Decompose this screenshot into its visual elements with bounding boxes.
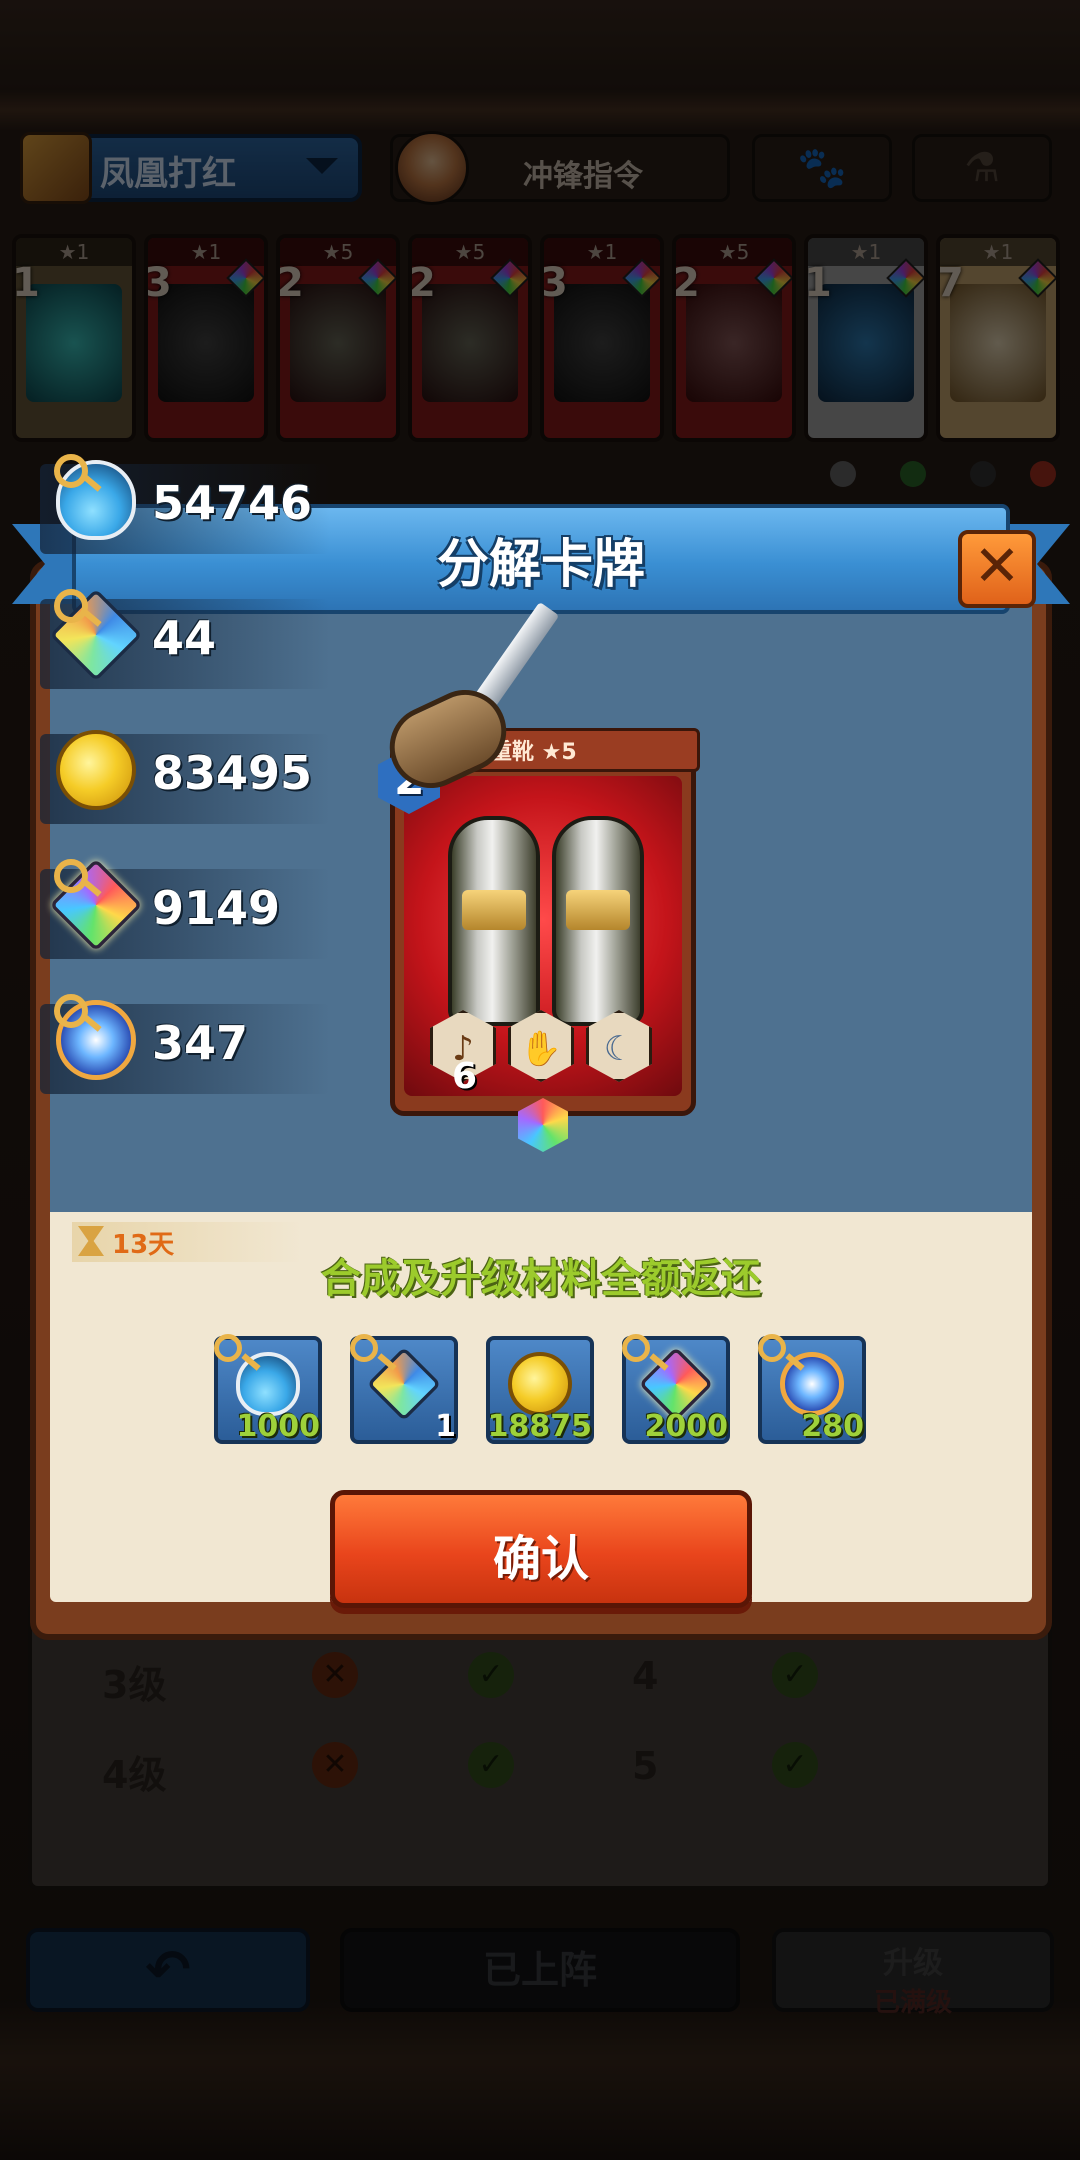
max-level-label: 已满级 [873,1988,952,2018]
card-art [290,284,386,402]
card-art [158,284,254,402]
disassemble-sword-icon [376,601,592,856]
deck-card[interactable]: ★5 2 [276,234,400,442]
hero-command-button[interactable]: 冲锋指令 [390,131,730,205]
hero-command-label: 冲锋指令 [523,159,643,194]
chevron-down-icon [306,158,338,174]
rainbow-gem-amount: 9149 [152,881,281,935]
card-count: 3 [144,260,172,306]
close-button[interactable]: ✕ [958,530,1036,608]
level-table: 3级 ✕ ✓ 4 ✓ 4级 ✕ ✓ 5 ✓ [28,1600,1052,1890]
reward-item: 18875 [486,1336,594,1444]
key-icon [54,454,88,488]
hero-avatar [395,131,469,205]
game-screen: 凤凰打红 冲锋指令 🐾 ⚗ ★1 1 ★1 3 ★5 2 ★5 2 ★1 3 ★… [0,0,1080,2160]
reward-item: 1 [350,1334,458,1444]
dark-element-icon[interactable] [970,461,996,487]
deck-card[interactable]: ★1 1 [12,234,136,442]
check-icon: ✓ [468,1742,514,1788]
upgrade-button[interactable]: 升级 已满级 [772,1928,1054,2018]
card-count: 3 [540,260,568,306]
bottom-bar: ↶ 已上阵 升级 已满级 [0,1910,1080,2030]
card-count: 1 [12,260,40,306]
card-count: 2 [276,260,304,306]
deck-name: 凤凰打红 [100,154,236,194]
coin-amount: 83495 [152,746,313,800]
key-icon [622,1334,650,1362]
refund-message: 合成及升级材料全额返还 [321,1256,761,1302]
card-art [686,284,782,402]
level-value: 4 [632,1654,659,1698]
flask-icon[interactable]: ⚗ [912,134,1052,202]
reward-amount: 18875 [487,1409,592,1444]
key-icon [214,1334,242,1362]
card-art [422,284,518,402]
currency-row: 54746 [0,440,330,560]
currency-row: 44 [0,575,330,695]
card-art [26,284,122,402]
deck-selector[interactable]: 凤凰打红 [20,132,362,204]
deck-card[interactable]: ★1 3 [144,234,268,442]
reward-item: 1000 [214,1334,322,1444]
reward-amount: 2000 [644,1409,729,1444]
reward-amount: 1 [435,1409,456,1444]
card-art [950,284,1046,402]
level-label: 3级 [102,1663,167,1707]
reward-item: 2000 [622,1334,730,1444]
level-row: 3级 ✕ ✓ 4 ✓ [32,1634,1048,1714]
cross-icon: ✕ [312,1742,358,1788]
card-count: 2 [672,260,700,306]
refund-rewards: 1000 1 18875 2000 280 [214,1334,894,1446]
level-label: 4级 [102,1753,167,1797]
top-bar: 凤凰打红 冲锋指令 🐾 ⚗ [0,120,1080,220]
reward-item: 280 [758,1334,866,1444]
currency-row: 347 [0,980,330,1100]
level-row: 4级 ✕ ✓ 5 ✓ [32,1724,1048,1804]
key-icon [54,859,88,893]
deck-card[interactable]: ★1 3 [540,234,664,442]
card-art [554,284,650,402]
confirm-button[interactable]: 确认 [330,1490,752,1608]
back-button[interactable]: ↶ [26,1928,310,2012]
card-count: 1 [804,260,832,306]
skill-count: 6 [452,1056,478,1097]
deck-card-row: ★1 1 ★1 3 ★5 2 ★5 2 ★1 3 ★5 2 ★1 1 ★1 7 [12,234,1072,444]
potion-amount: 54746 [152,476,313,530]
key-icon [54,994,88,1028]
coin-icon [56,730,136,810]
deck-book-icon [20,132,92,204]
nature-element-icon[interactable] [900,461,926,487]
currency-panel: 54746 44 83495 9149 347 [0,440,330,1094]
check-icon: ✓ [772,1652,818,1698]
deck-card[interactable]: ★1 7 [936,234,1060,442]
currency-row: 83495 [0,710,330,830]
card-count: 2 [408,260,436,306]
key-icon [758,1334,786,1362]
paw-icon[interactable]: 🐾 [752,134,892,202]
level-value: 5 [632,1744,659,1788]
currency-row: 9149 [0,845,330,965]
deck-card[interactable]: ★5 2 [672,234,796,442]
check-icon: ✓ [468,1652,514,1698]
cross-icon: ✕ [312,1652,358,1698]
fire-element-icon[interactable] [1030,461,1056,487]
orb-amount: 347 [152,1016,249,1070]
upgrade-label: 升级 [883,1946,943,1981]
confirm-label: 确认 [492,1531,589,1587]
card-art [818,284,914,402]
check-icon: ✓ [772,1742,818,1788]
card-count: 7 [936,260,964,306]
gem-amount: 44 [152,611,217,665]
deck-card[interactable]: ★5 2 [408,234,532,442]
key-icon [350,1334,378,1362]
deck-card[interactable]: ★1 1 [804,234,928,442]
key-icon [54,589,88,623]
coin-icon [508,1352,572,1416]
reward-amount: 1000 [236,1409,321,1444]
neutral-element-icon[interactable] [830,461,856,487]
reward-amount: 280 [801,1409,864,1444]
deployed-button[interactable]: 已上阵 [340,1928,740,2012]
